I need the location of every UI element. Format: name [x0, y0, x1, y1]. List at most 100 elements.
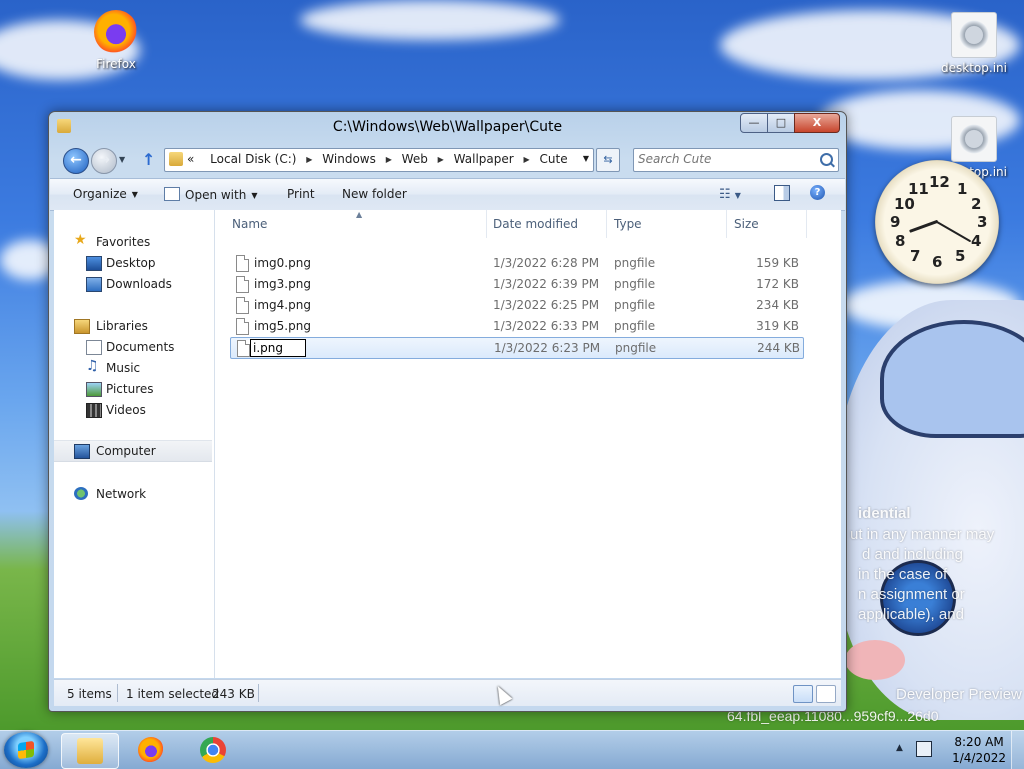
- file-icon: [236, 297, 249, 314]
- print-button[interactable]: Print: [287, 187, 315, 201]
- details-view-icon[interactable]: [793, 685, 813, 703]
- nav-downloads[interactable]: Downloads: [54, 274, 212, 294]
- start-button[interactable]: [4, 732, 48, 768]
- taskbar-date: 1/4/2022: [952, 751, 1006, 765]
- chevron-right-icon[interactable]: ▶: [438, 155, 444, 164]
- firefox-icon: [94, 10, 138, 54]
- file-row[interactable]: img5.png 1/3/2022 6:33 PM pngfile 319 KB: [230, 316, 802, 336]
- breadcrumb-item[interactable]: Cute: [540, 152, 568, 166]
- chevron-right-icon[interactable]: ▶: [386, 155, 392, 164]
- nav-label: Downloads: [106, 277, 172, 291]
- column-header-date-modified[interactable]: Date modified: [487, 210, 607, 238]
- change-view-icon[interactable]: ☷ ▼: [719, 187, 741, 202]
- chevron-right-icon[interactable]: ▶: [524, 155, 530, 164]
- clock-number: 4: [971, 232, 982, 250]
- help-icon[interactable]: ?: [810, 185, 825, 200]
- file-date: 1/3/2022 6:25 PM: [493, 298, 600, 312]
- clock-gadget[interactable]: 12 1 2 3 4 5 6 7 8 9 10 11: [875, 160, 999, 284]
- taskbar-clock[interactable]: 8:20 AM 1/4/2022: [952, 734, 1006, 766]
- file-icon: [237, 340, 250, 357]
- file-row[interactable]: img0.png 1/3/2022 6:28 PM pngfile 159 KB: [230, 253, 802, 273]
- file-row-selected[interactable]: 1/3/2022 6:23 PM pngfile 244 KB: [230, 337, 804, 359]
- desktop-icon-label: desktop.ini: [941, 61, 1007, 75]
- recent-pages-dropdown-icon[interactable]: ▼: [119, 155, 125, 164]
- file-type: pngfile: [614, 256, 656, 270]
- file-size: 319 KB: [756, 319, 799, 333]
- nav-label: Desktop: [106, 256, 156, 270]
- nav-libraries[interactable]: Libraries: [54, 316, 212, 336]
- clock-number: 2: [971, 195, 982, 213]
- nav-videos[interactable]: Videos: [54, 400, 212, 420]
- column-header-type[interactable]: Type: [607, 210, 727, 238]
- cloud: [300, 0, 560, 40]
- up-arrow-icon[interactable]: ↑: [142, 150, 155, 169]
- minimize-button[interactable]: —: [740, 113, 768, 133]
- file-row[interactable]: img3.png 1/3/2022 6:39 PM pngfile 172 KB: [230, 274, 802, 294]
- nav-label: Documents: [106, 340, 175, 354]
- show-hidden-icons-icon[interactable]: ▲: [896, 743, 903, 753]
- desktop-icon-desktop-ini[interactable]: desktop.ini: [934, 12, 1014, 75]
- breadcrumb-item[interactable]: Web: [402, 152, 428, 166]
- taskbar-chrome[interactable]: [185, 733, 241, 767]
- maximize-button[interactable]: □: [767, 113, 795, 133]
- breadcrumb-item[interactable]: Local Disk (C:): [210, 152, 296, 166]
- chevron-right-icon[interactable]: ▶: [306, 155, 312, 164]
- preview-pane-icon[interactable]: [774, 185, 790, 201]
- libraries-icon: [74, 319, 90, 334]
- show-desktop-button[interactable]: [1011, 731, 1024, 769]
- network-tray-icon[interactable]: [916, 741, 932, 757]
- navigation-pane: ★ Favorites Desktop Downloads Libraries …: [54, 210, 215, 678]
- file-size: 159 KB: [756, 256, 799, 270]
- back-button[interactable]: ←: [63, 148, 89, 174]
- divider: [258, 684, 259, 702]
- nav-label: Pictures: [106, 382, 154, 396]
- navigation-row: ← → ▼ ↑ « Local Disk (C:) ▶ Windows ▶ We…: [49, 145, 846, 175]
- desktop-icon-firefox[interactable]: Firefox: [76, 10, 156, 71]
- open-with-button[interactable]: Open with ▼: [164, 187, 257, 202]
- organize-label: Organize: [73, 187, 127, 201]
- forward-button[interactable]: →: [91, 148, 117, 174]
- breadcrumb-overflow[interactable]: «: [187, 152, 194, 166]
- file-date: 1/3/2022 6:28 PM: [493, 256, 600, 270]
- search-box[interactable]: [633, 148, 839, 172]
- explorer-window[interactable]: C:\Windows\Web\Wallpaper\Cute — □ X ← → …: [48, 111, 847, 712]
- explorer-icon: [77, 738, 103, 764]
- address-bar[interactable]: « Local Disk (C:) ▶ Windows ▶ Web ▶ Wall…: [164, 148, 594, 172]
- nav-documents[interactable]: Documents: [54, 337, 212, 357]
- selection-size: 243 KB: [212, 687, 255, 701]
- star-icon: ★: [74, 232, 87, 248]
- nav-desktop[interactable]: Desktop: [54, 253, 212, 273]
- organize-button[interactable]: Organize ▼: [73, 187, 138, 201]
- search-input[interactable]: [638, 151, 814, 167]
- column-header-name[interactable]: Name: [215, 210, 487, 238]
- breadcrumb-item[interactable]: Wallpaper: [454, 152, 514, 166]
- file-size: 172 KB: [756, 277, 799, 291]
- nav-network[interactable]: Network: [54, 484, 212, 504]
- status-bar: 5 items 1 item selected 243 KB: [54, 679, 841, 706]
- nav-computer[interactable]: Computer: [54, 440, 212, 462]
- breadcrumb-item[interactable]: Windows: [322, 152, 376, 166]
- large-icons-view-icon[interactable]: [816, 685, 836, 703]
- nav-label: Libraries: [96, 319, 148, 333]
- clock-number: 11: [908, 180, 929, 198]
- nav-label: Music: [106, 361, 141, 375]
- address-dropdown-icon[interactable]: ▼: [583, 154, 589, 163]
- file-type: pngfile: [615, 341, 657, 355]
- chevron-down-icon: ▼: [131, 190, 138, 199]
- nav-label: Computer: [96, 444, 156, 458]
- nav-pictures[interactable]: Pictures: [54, 379, 212, 399]
- column-header-size[interactable]: Size: [727, 210, 807, 238]
- refresh-icon[interactable]: ⇆: [596, 148, 620, 172]
- nav-favorites[interactable]: ★ Favorites: [54, 232, 212, 252]
- taskbar-explorer[interactable]: [61, 733, 119, 769]
- nav-music[interactable]: ♫ Music: [54, 358, 212, 378]
- taskbar-firefox[interactable]: [123, 733, 179, 767]
- close-button[interactable]: X: [794, 113, 840, 133]
- search-icon[interactable]: [820, 153, 833, 166]
- rename-field[interactable]: [250, 339, 306, 357]
- file-list[interactable]: Name ▲ Date modified Type Size img0.png …: [215, 210, 841, 678]
- taskbar-time: 8:20 AM: [954, 735, 1004, 749]
- new-folder-button[interactable]: New folder: [342, 187, 407, 201]
- title-bar[interactable]: C:\Windows\Web\Wallpaper\Cute — □ X: [49, 112, 846, 142]
- file-row[interactable]: img4.png 1/3/2022 6:25 PM pngfile 234 KB: [230, 295, 802, 315]
